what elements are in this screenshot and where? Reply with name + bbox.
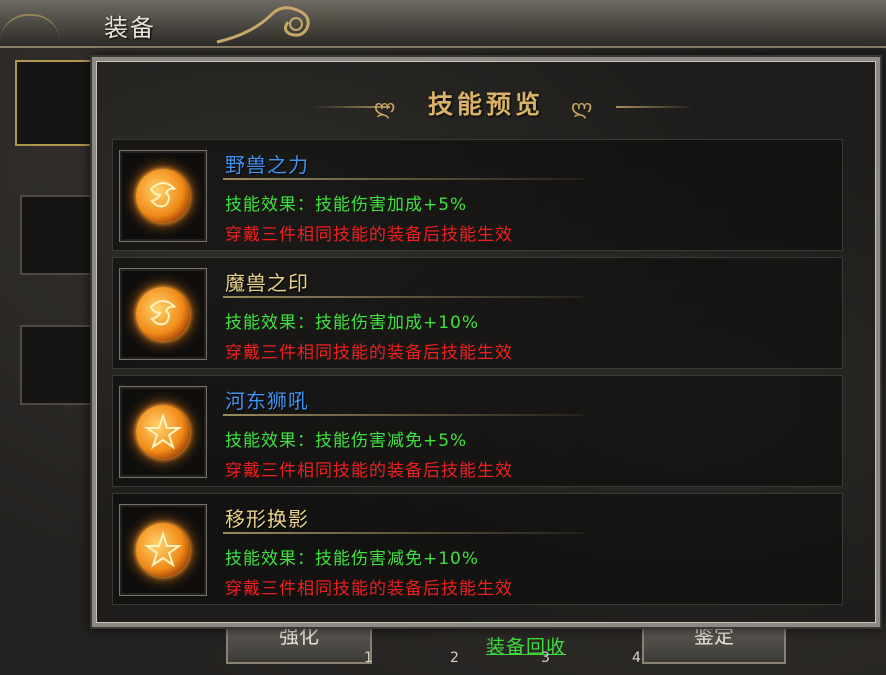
skill-row: 移形换影 技能效果：技能伤害减免+10% 穿戴三件相同技能的装备后技能生效 — [112, 493, 843, 605]
equipment-recycle-link[interactable]: 装备回收 — [486, 632, 566, 659]
window-title-bar: 装备 — [0, 0, 886, 48]
skill-name-underline — [223, 296, 583, 298]
skill-icon-frame — [119, 504, 207, 596]
swirl-ornament-icon — [216, 6, 310, 44]
title-divider-right — [616, 106, 694, 108]
skill-preview-popup: ლ 技能预览 ლ 野兽之力 技能效果：技能伤害加成+5% 穿戴三件相同技能的装备… — [90, 55, 882, 629]
star-seal-icon — [136, 405, 190, 459]
skill-name: 河东狮吼 — [225, 389, 309, 413]
equipment-slot-2[interactable] — [20, 195, 100, 275]
skill-name-underline — [223, 178, 583, 180]
tab-1[interactable]: 1 — [364, 650, 373, 666]
popup-header: 技能预览 — [96, 85, 876, 121]
skill-icon-frame — [119, 268, 207, 360]
skill-name-underline — [223, 532, 583, 534]
skill-name: 魔兽之印 — [225, 271, 309, 295]
skill-effect: 技能效果：技能伤害加成+5% — [225, 195, 468, 215]
skill-effect: 技能效果：技能伤害减免+5% — [225, 431, 468, 451]
skill-name-underline — [223, 414, 583, 416]
equipment-slot-1[interactable] — [15, 60, 99, 146]
star-seal-icon — [136, 523, 190, 577]
skill-row: 魔兽之印 技能效果：技能伤害加成+10% 穿戴三件相同技能的装备后技能生效 — [112, 257, 843, 369]
skill-condition: 穿戴三件相同技能的装备后技能生效 — [225, 343, 513, 363]
beast-skill-icon — [136, 169, 190, 223]
tab-4[interactable]: 4 — [632, 650, 641, 666]
beast-skill-icon — [136, 287, 190, 341]
skill-name: 移形换影 — [225, 507, 309, 531]
popup-title: 技能预览 — [427, 90, 544, 119]
title-swirl-right-icon: ლ — [571, 95, 593, 119]
skill-effect: 技能效果：技能伤害加成+10% — [225, 313, 480, 333]
window-title: 装备 — [104, 14, 156, 42]
skill-icon-frame — [119, 150, 207, 242]
skill-condition: 穿戴三件相同技能的装备后技能生效 — [225, 461, 513, 481]
skill-icon-frame — [119, 386, 207, 478]
skill-row: 野兽之力 技能效果：技能伤害加成+5% 穿戴三件相同技能的装备后技能生效 — [112, 139, 843, 251]
skill-row: 河东狮吼 技能效果：技能伤害减免+5% 穿戴三件相同技能的装备后技能生效 — [112, 375, 843, 487]
skill-condition: 穿戴三件相同技能的装备后技能生效 — [225, 225, 513, 245]
skill-effect: 技能效果：技能伤害减免+10% — [225, 549, 480, 569]
skill-name: 野兽之力 — [225, 153, 309, 177]
skill-condition: 穿戴三件相同技能的装备后技能生效 — [225, 579, 513, 599]
tab-3[interactable]: 3 — [541, 650, 550, 666]
equipment-slot-3[interactable] — [20, 325, 100, 405]
tab-2[interactable]: 2 — [450, 650, 459, 666]
title-ornament — [0, 14, 60, 42]
